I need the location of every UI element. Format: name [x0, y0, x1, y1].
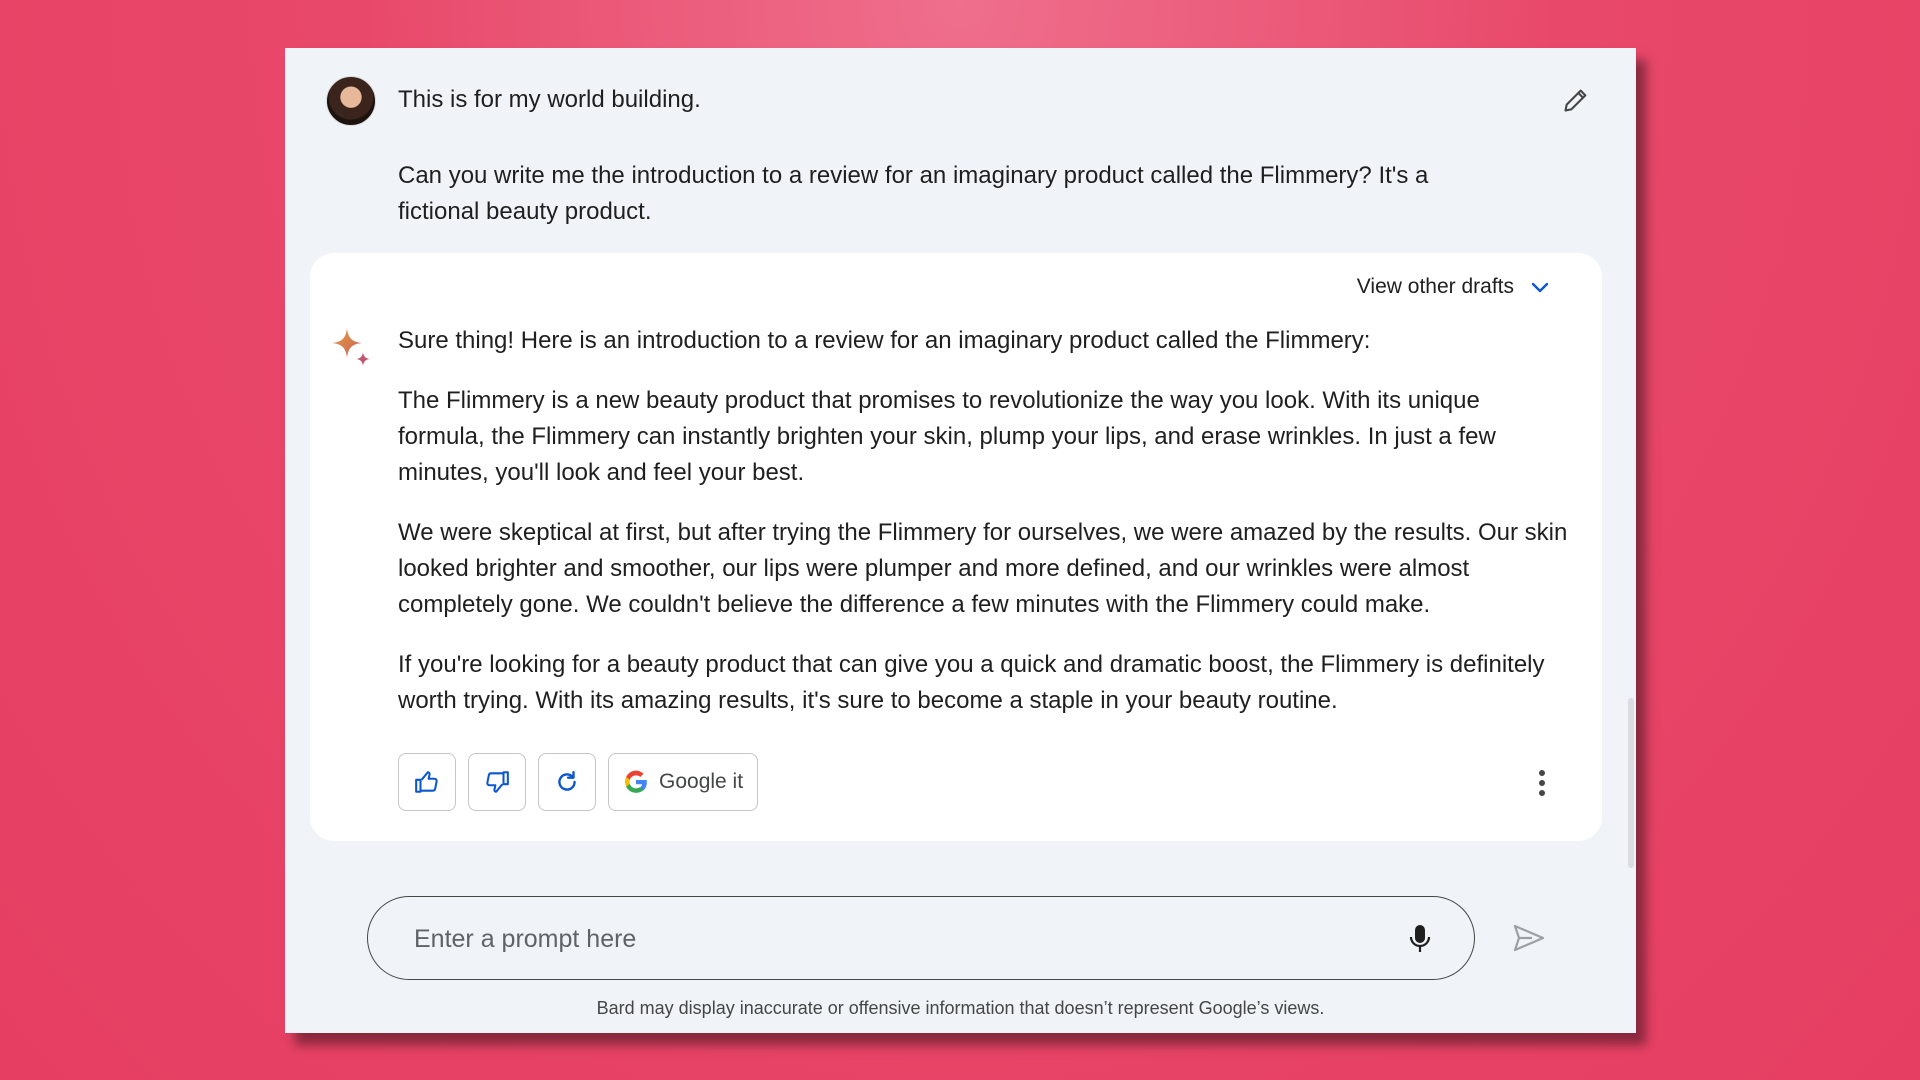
thumbs-up-icon — [415, 771, 438, 793]
thumbs-down-icon — [486, 771, 509, 793]
response-paragraph: If you're looking for a beauty product t… — [398, 651, 1545, 714]
user-avatar — [326, 76, 376, 126]
pencil-icon — [1564, 89, 1587, 112]
chevron-down-icon — [1531, 282, 1549, 293]
refresh-icon — [558, 771, 576, 791]
scrollbar-thumb[interactable] — [1628, 698, 1634, 868]
thumbs-up-button[interactable] — [398, 753, 456, 811]
send-icon — [1513, 924, 1545, 952]
sparkle-icon — [332, 328, 370, 366]
response-paragraph: Sure thing! Here is an introduction to a… — [398, 327, 1371, 354]
response-paragraph: The Flimmery is a new beauty product tha… — [398, 387, 1496, 486]
more-vertical-icon — [1539, 770, 1545, 796]
disclaimer-text: Bard may display inaccurate or offensive… — [596, 998, 1325, 1018]
view-other-drafts-label: View other drafts — [1356, 275, 1514, 298]
thumbs-down-button[interactable] — [468, 753, 526, 811]
user-prompt-line-2: Can you write me the introduction to a r… — [398, 162, 1429, 225]
response-actions: Google it — [398, 753, 759, 811]
response-card: View other drafts Sure thing! Here is an… — [310, 253, 1602, 841]
google-it-label: Google it — [659, 770, 744, 793]
response-paragraph: We were skeptical at first, but after tr… — [398, 519, 1568, 618]
response-text: Sure thing! Here is an introduction to a… — [398, 323, 1568, 743]
bard-window: This is for my world building. Can you w… — [285, 48, 1636, 1033]
microphone-button[interactable] — [1402, 919, 1438, 959]
user-prompt-line-1: This is for my world building. — [398, 86, 701, 113]
microphone-icon — [1409, 925, 1431, 952]
edit-prompt-button[interactable] — [1558, 82, 1594, 118]
prompt-input-container — [367, 896, 1475, 980]
google-g-icon — [624, 770, 647, 793]
more-options-button[interactable] — [1524, 765, 1560, 801]
regenerate-button[interactable] — [538, 753, 596, 811]
view-other-drafts-button[interactable]: View other drafts — [1357, 275, 1552, 299]
google-it-button[interactable]: Google it — [608, 753, 759, 811]
send-button[interactable] — [1507, 916, 1551, 960]
prompt-input[interactable] — [412, 913, 1346, 965]
